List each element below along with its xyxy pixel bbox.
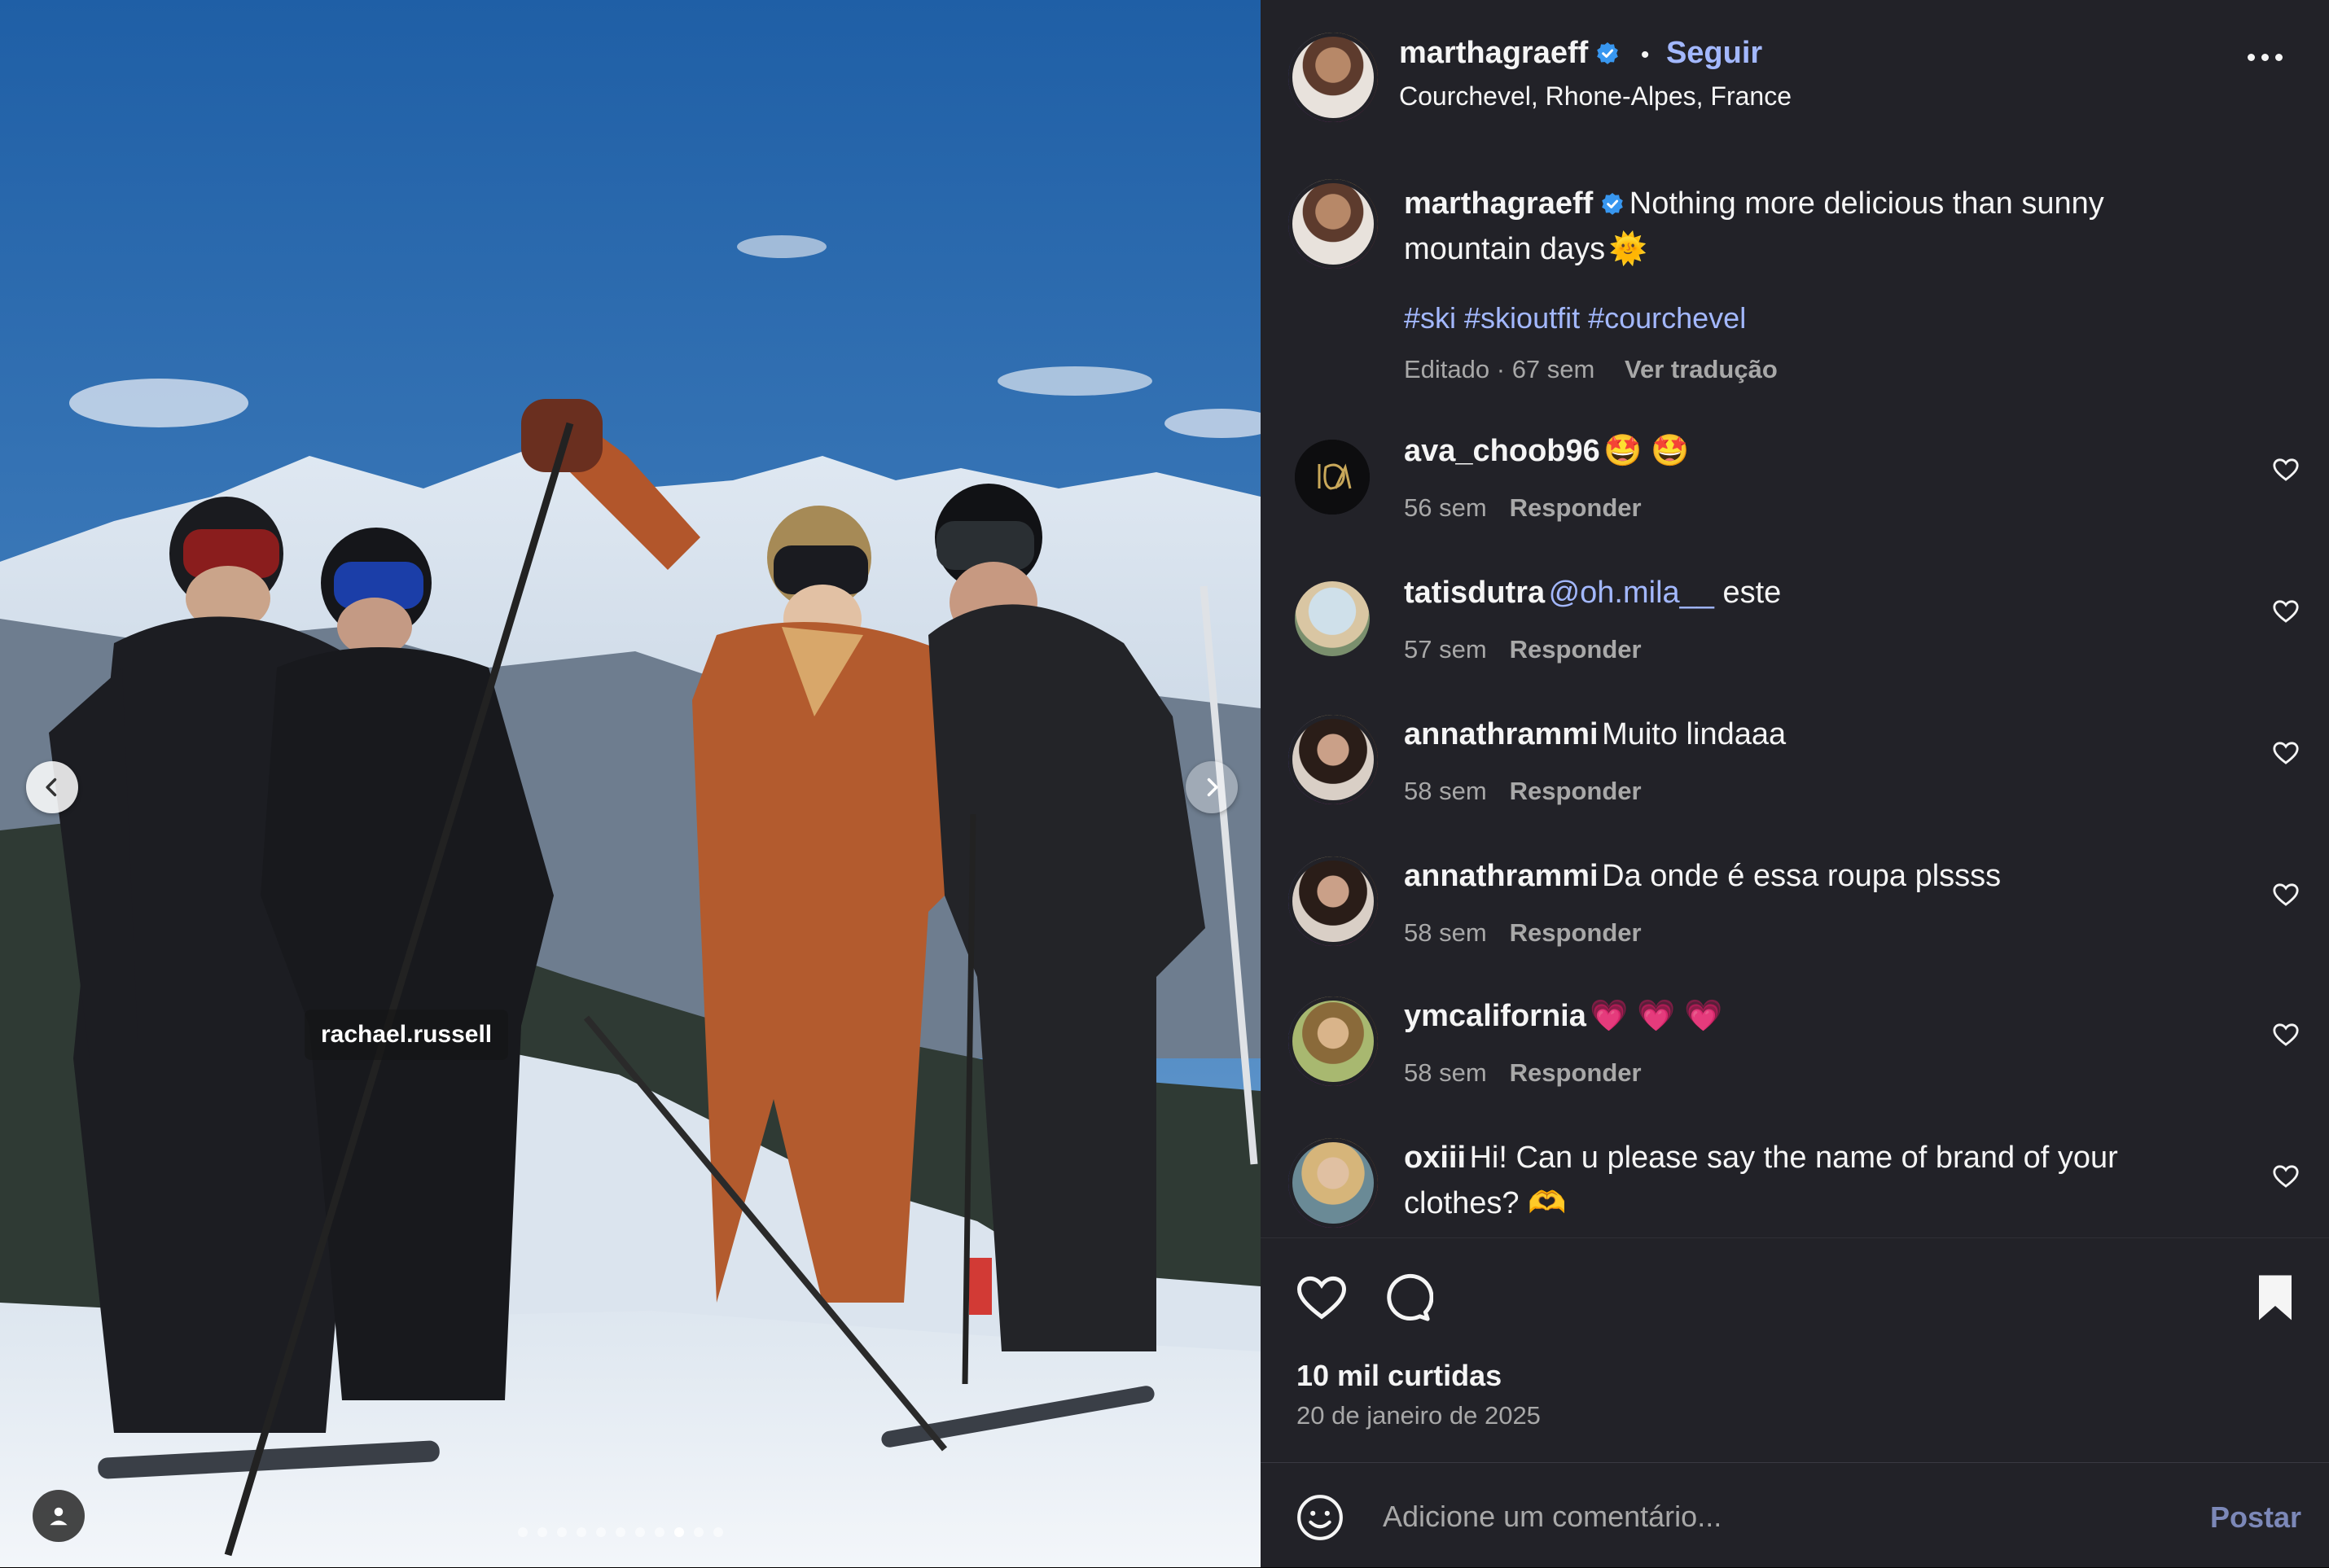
carousel-indicator (518, 1527, 723, 1537)
caption-author-avatar[interactable] (1288, 179, 1378, 269)
comment-text: Hi! Can u please say the name of brand o… (1404, 1141, 2118, 1220)
user-tag-label[interactable]: rachael.russell (305, 1010, 509, 1060)
comment-text: 🤩 🤩 (1603, 434, 1690, 468)
comment-text: Muito lindaaa (1602, 717, 1787, 751)
tagged-users-button[interactable] (33, 1490, 85, 1542)
comment-item: tatisdutra @oh.mila__ este 57 sem Respond… (1261, 573, 2329, 687)
comment-item: annathrammi Muito lindaaa 58 sem Responde… (1261, 715, 2329, 829)
more-options-button[interactable] (2248, 54, 2283, 61)
verified-icon (1602, 193, 1624, 215)
commenter-avatar[interactable] (1295, 581, 1370, 656)
comment-username[interactable]: tatisdutra (1404, 576, 1545, 610)
heart-icon[interactable] (2272, 456, 2300, 484)
reply-button[interactable]: Responder (1510, 1058, 1642, 1087)
post-side-panel: marthagraeff • Seguir Courchevel, Rhone-… (1261, 0, 2329, 1567)
chevron-right-icon (1207, 777, 1218, 797)
carousel-dot (537, 1527, 547, 1537)
carousel-dot (655, 1527, 664, 1537)
carousel-dot (694, 1527, 704, 1537)
comment-item: annathrammi Da onde é essa roupa plssss … (1261, 856, 2329, 970)
heart-icon (1297, 1276, 1346, 1320)
author-avatar[interactable] (1288, 33, 1378, 122)
heart-icon[interactable] (2272, 1021, 2300, 1049)
caption-edited-meta: Editado · 67 sem (1404, 355, 1595, 383)
comment-username[interactable]: annathrammi (1404, 717, 1599, 751)
comment-input[interactable] (1381, 1487, 2117, 1546)
author-username[interactable]: marthagraeff (1399, 36, 1588, 70)
chevron-left-icon (46, 777, 57, 797)
comment-username[interactable]: ymcalifornia (1404, 999, 1586, 1033)
comment-time: 58 sem (1404, 918, 1487, 947)
next-photo-button[interactable] (1186, 761, 1238, 813)
likes-count[interactable]: 10 mil curtidas (1296, 1359, 1502, 1393)
carousel-dot (518, 1527, 528, 1537)
sun-emoji: 🌞 (1608, 232, 1647, 266)
more-icon (2248, 54, 2255, 61)
carousel-dot (577, 1527, 586, 1537)
reply-button[interactable]: Responder (1510, 777, 1642, 805)
commenter-avatar[interactable] (1288, 1138, 1378, 1228)
comment-button[interactable] (1379, 1271, 1433, 1325)
comment-text: 💗 💗 💗 (1590, 999, 1723, 1033)
comment-username[interactable]: oxiii (1404, 1141, 1466, 1175)
caption-hashtags[interactable]: #ski #skioutfit #courchevel (1404, 301, 1746, 335)
post-date: 20 de janeiro de 2025 (1296, 1401, 1541, 1430)
comment-time: 58 sem (1404, 1058, 1487, 1087)
comment-icon (1387, 1273, 1433, 1321)
user-tag-icon (50, 1507, 68, 1526)
like-button[interactable] (1295, 1271, 1349, 1325)
carousel-dot (616, 1527, 625, 1537)
see-translation-link[interactable]: Ver tradução (1625, 355, 1778, 383)
comment-composer: Postar (1261, 1462, 2329, 1568)
carousel-dot (635, 1527, 645, 1537)
comment-mention[interactable]: @oh.mila__ (1549, 576, 1714, 610)
carousel-dot (674, 1527, 684, 1537)
comment-text: Da onde é essa roupa plssss (1602, 859, 2002, 893)
comment-text: este (1713, 576, 1782, 610)
comment-username[interactable]: annathrammi (1404, 859, 1599, 893)
comment-item: ymcalifornia 💗 💗 💗 58 sem Responder (1261, 996, 2329, 1110)
comment-item: oxiii Hi! Can u please say the name of b… (1261, 1138, 2329, 1236)
comment-username[interactable]: ava_choob96 (1404, 434, 1600, 468)
carousel-dot (713, 1527, 723, 1537)
comment-time: 57 sem (1404, 635, 1487, 664)
post-actions: 10 mil curtidas 20 de janeiro de 2025 (1261, 1237, 2329, 1466)
heart-icon[interactable] (2272, 739, 2300, 767)
commenter-avatar[interactable] (1295, 440, 1370, 515)
post-location[interactable]: Courchevel, Rhone-Alpes, France (1399, 81, 1792, 112)
post-comment-button[interactable]: Postar (2210, 1500, 2301, 1535)
previous-photo-button[interactable] (26, 761, 78, 813)
carousel-dot (596, 1527, 606, 1537)
reply-button[interactable]: Responder (1510, 918, 1642, 947)
follow-button[interactable]: Seguir (1666, 36, 1762, 70)
comment-time: 56 sem (1404, 493, 1487, 522)
commenter-avatar[interactable] (1288, 715, 1378, 804)
post-caption: marthagraeff Nothing more delicious than… (1261, 179, 2329, 391)
emoji-picker-button[interactable] (1295, 1492, 1345, 1543)
reply-button[interactable]: Responder (1510, 493, 1642, 522)
caption-username[interactable]: marthagraeff (1404, 186, 1593, 221)
comment-item: ava_choob96 🤩 🤩 56 sem Responder (1261, 431, 2329, 545)
bookmark-icon (2259, 1275, 2292, 1321)
emoji-icon (1297, 1495, 1343, 1540)
ava-logo-icon (1295, 440, 1370, 515)
save-button[interactable] (2251, 1271, 2300, 1325)
carousel-dot (557, 1527, 567, 1537)
commenter-avatar[interactable] (1288, 996, 1378, 1086)
heart-icon[interactable] (2272, 1163, 2300, 1190)
comment-time: 58 sem (1404, 777, 1487, 805)
reply-button[interactable]: Responder (1510, 635, 1642, 664)
ski-group-photo (0, 0, 1261, 1567)
heart-icon[interactable] (2272, 881, 2300, 909)
commenter-avatar[interactable] (1288, 856, 1378, 946)
verified-icon (1597, 42, 1619, 64)
post-photo[interactable]: rachael.russell (0, 0, 1261, 1567)
heart-icon[interactable] (2272, 598, 2300, 625)
header-separator: • (1640, 42, 1650, 68)
